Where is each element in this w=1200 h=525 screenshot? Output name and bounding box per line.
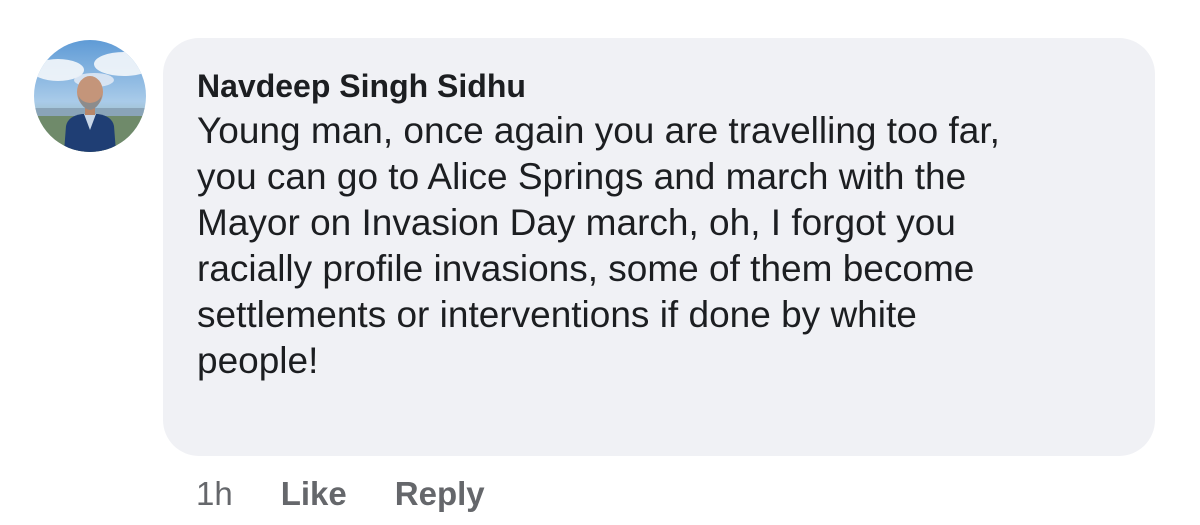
comment-bubble: Navdeep Singh Sidhu Young man, once agai… xyxy=(163,38,1155,456)
comment: Navdeep Singh Sidhu Young man, once agai… xyxy=(0,0,1200,525)
comment-actions: 1h Like Reply xyxy=(196,474,533,514)
profile-photo-icon xyxy=(34,40,146,152)
comment-timestamp[interactable]: 1h xyxy=(196,475,233,513)
comment-author[interactable]: Navdeep Singh Sidhu xyxy=(197,66,526,106)
reply-button[interactable]: Reply xyxy=(395,475,485,513)
avatar[interactable] xyxy=(34,40,146,152)
comment-text: Young man, once again you are travelling… xyxy=(197,110,1000,381)
like-button[interactable]: Like xyxy=(281,475,347,513)
